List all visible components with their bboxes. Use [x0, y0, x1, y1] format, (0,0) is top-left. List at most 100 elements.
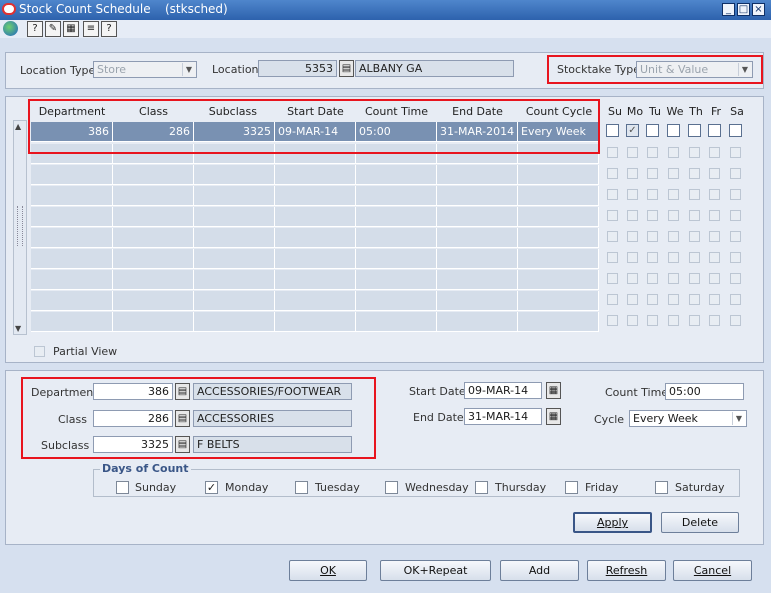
- empty-cell[interactable]: [194, 186, 275, 206]
- empty-cell[interactable]: [437, 312, 518, 332]
- empty-cell[interactable]: [275, 165, 356, 185]
- day-checkbox[interactable]: [689, 252, 700, 263]
- wednesday-checkbox[interactable]: [385, 481, 398, 494]
- empty-cell[interactable]: [31, 312, 113, 332]
- day-checkbox[interactable]: [689, 168, 700, 179]
- delete-button[interactable]: Delete: [661, 512, 739, 533]
- day-checkbox[interactable]: [730, 147, 741, 158]
- day-checkbox[interactable]: [709, 189, 720, 200]
- empty-cell[interactable]: [518, 186, 599, 206]
- day-checkbox[interactable]: [689, 210, 700, 221]
- add-button[interactable]: Add: [500, 560, 579, 581]
- ok-button[interactable]: OK: [289, 560, 367, 581]
- day-checkbox[interactable]: [709, 252, 720, 263]
- day-checkbox[interactable]: [627, 210, 638, 221]
- day-checkbox[interactable]: [688, 124, 701, 137]
- empty-cell[interactable]: [113, 312, 194, 332]
- day-checkbox[interactable]: [627, 315, 638, 326]
- empty-cell[interactable]: [437, 291, 518, 311]
- day-checkbox[interactable]: [709, 147, 720, 158]
- empty-cell[interactable]: [31, 186, 113, 206]
- day-checkbox[interactable]: [647, 189, 658, 200]
- day-checkbox[interactable]: [667, 124, 680, 137]
- empty-cell[interactable]: [275, 186, 356, 206]
- department-lov-icon[interactable]: ▤: [175, 383, 190, 400]
- globe-icon[interactable]: [3, 21, 18, 36]
- day-checkbox[interactable]: [668, 168, 679, 179]
- tools-icon[interactable]: ✎: [45, 21, 61, 37]
- day-checkbox[interactable]: [689, 273, 700, 284]
- count-time-input[interactable]: 05:00: [665, 383, 744, 400]
- empty-cell[interactable]: [437, 165, 518, 185]
- day-checkbox[interactable]: [709, 210, 720, 221]
- empty-cell[interactable]: [437, 270, 518, 290]
- empty-cell[interactable]: [518, 207, 599, 227]
- day-checkbox[interactable]: [647, 273, 658, 284]
- day-checkbox[interactable]: [730, 273, 741, 284]
- empty-cell[interactable]: [356, 291, 437, 311]
- refresh-button[interactable]: Refresh: [587, 560, 666, 581]
- day-checkbox[interactable]: [607, 252, 618, 263]
- location-id-field[interactable]: 5353: [258, 60, 337, 77]
- day-checkbox[interactable]: [647, 147, 658, 158]
- empty-cell[interactable]: [356, 207, 437, 227]
- empty-cell[interactable]: [113, 249, 194, 269]
- day-checkbox[interactable]: [709, 315, 720, 326]
- saturday-checkbox[interactable]: [655, 481, 668, 494]
- scroll-thumb[interactable]: [17, 206, 23, 246]
- empty-cell[interactable]: [275, 207, 356, 227]
- empty-cell[interactable]: [437, 228, 518, 248]
- department-input[interactable]: 386: [93, 383, 173, 400]
- empty-cell[interactable]: [113, 228, 194, 248]
- day-checkbox[interactable]: [607, 168, 618, 179]
- class-input[interactable]: 286: [93, 410, 173, 427]
- empty-cell[interactable]: [275, 270, 356, 290]
- day-checkbox[interactable]: [606, 124, 619, 137]
- day-checkbox[interactable]: [668, 189, 679, 200]
- day-checkbox[interactable]: [689, 294, 700, 305]
- empty-cell[interactable]: [275, 249, 356, 269]
- grid-scrollbar[interactable]: ▲ ▼: [13, 120, 27, 335]
- day-checkbox[interactable]: [729, 124, 742, 137]
- day-checkbox[interactable]: [647, 210, 658, 221]
- empty-cell[interactable]: [113, 186, 194, 206]
- day-checkbox[interactable]: [607, 273, 618, 284]
- day-checkbox[interactable]: [730, 294, 741, 305]
- cycle-select[interactable]: Every Week ▼: [629, 410, 747, 427]
- empty-cell[interactable]: [194, 228, 275, 248]
- empty-table-row[interactable]: [31, 312, 601, 333]
- empty-cell[interactable]: [194, 207, 275, 227]
- day-checkbox[interactable]: [647, 231, 658, 242]
- empty-cell[interactable]: [31, 228, 113, 248]
- day-checkbox[interactable]: [607, 231, 618, 242]
- empty-cell[interactable]: [31, 249, 113, 269]
- location-type-select[interactable]: Store ▼: [93, 61, 197, 78]
- empty-cell[interactable]: [518, 312, 599, 332]
- empty-cell[interactable]: [194, 165, 275, 185]
- day-checkbox[interactable]: [627, 294, 638, 305]
- empty-cell[interactable]: [194, 291, 275, 311]
- day-checkbox[interactable]: [668, 231, 679, 242]
- day-checkbox[interactable]: [668, 147, 679, 158]
- notes-icon[interactable]: ≡: [83, 21, 99, 37]
- empty-cell[interactable]: [356, 228, 437, 248]
- thursday-checkbox[interactable]: [475, 481, 488, 494]
- empty-cell[interactable]: [275, 291, 356, 311]
- day-checkbox[interactable]: [627, 273, 638, 284]
- empty-cell[interactable]: [194, 249, 275, 269]
- empty-cell[interactable]: [356, 186, 437, 206]
- day-checkbox[interactable]: [647, 168, 658, 179]
- day-checkbox[interactable]: [730, 210, 741, 221]
- empty-cell[interactable]: [356, 312, 437, 332]
- empty-cell[interactable]: [518, 165, 599, 185]
- day-checkbox[interactable]: [708, 124, 721, 137]
- location-lov-icon[interactable]: ▤: [339, 60, 354, 77]
- day-checkbox[interactable]: [647, 252, 658, 263]
- scroll-down-icon[interactable]: ▼: [15, 324, 21, 333]
- empty-cell[interactable]: [356, 270, 437, 290]
- day-checkbox[interactable]: [627, 168, 638, 179]
- cancel-button[interactable]: Cancel: [673, 560, 752, 581]
- day-checkbox[interactable]: [689, 231, 700, 242]
- day-checkbox[interactable]: ✓: [626, 124, 639, 137]
- question-icon[interactable]: ?: [101, 21, 117, 37]
